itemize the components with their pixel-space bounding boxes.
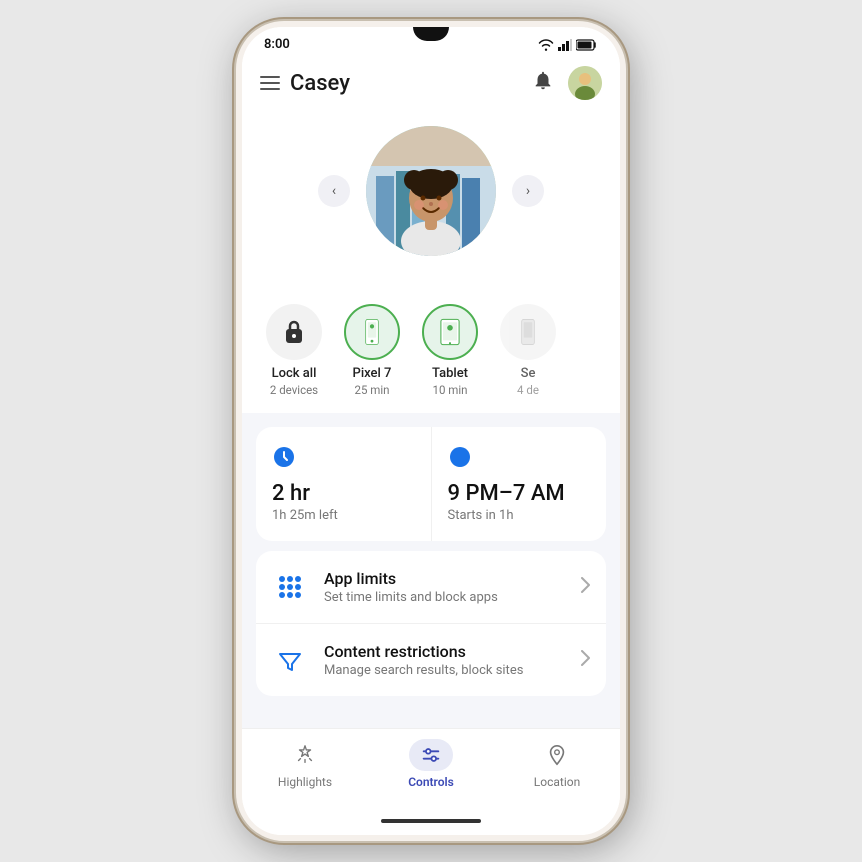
- controls-label: Controls: [408, 775, 454, 789]
- highlights-label: Highlights: [278, 775, 332, 789]
- status-time: 8:00: [264, 37, 290, 52]
- bottom-nav: Highlights Controls: [242, 728, 620, 807]
- app-limits-chevron: [581, 577, 590, 598]
- device-pixel7[interactable]: Pixel 7 25 min: [338, 304, 406, 397]
- phone-screen: 8:00: [242, 27, 620, 835]
- carousel-next[interactable]: ›: [512, 175, 544, 207]
- phone-shell: 8:00: [236, 21, 626, 841]
- screen-time-card[interactable]: 2 hr 1h 25m left: [256, 427, 432, 541]
- bedtime-card[interactable]: 9 PM–7 AM Starts in 1h: [432, 427, 607, 541]
- screen-time-sub: 1h 25m left: [272, 508, 415, 523]
- screen-time-value: 2 hr: [272, 481, 415, 506]
- device-name-tablet: Tablet: [432, 366, 468, 381]
- battery-icon: [576, 39, 598, 51]
- profile-section: ‹: [242, 106, 620, 280]
- bedtime-sub: Starts in 1h: [448, 508, 591, 523]
- child-photo: [366, 126, 496, 256]
- home-indicator: [242, 807, 620, 835]
- main-content: ‹: [242, 106, 620, 728]
- device-sub-lock-all: 2 devices: [270, 383, 318, 397]
- page-title: Casey: [290, 71, 350, 96]
- content-restrictions-subtitle: Manage search results, block sites: [324, 663, 565, 678]
- bedtime-icon: [448, 445, 591, 475]
- device-icon-pixel7: [344, 304, 400, 360]
- app-limits-subtitle: Set time limits and block apps: [324, 590, 565, 605]
- device-sub-tablet: 10 min: [432, 383, 467, 397]
- top-bar-right: [532, 66, 602, 100]
- carousel-prev[interactable]: ‹: [318, 175, 350, 207]
- content-restrictions-text: Content restrictions Manage search resul…: [324, 642, 565, 678]
- device-sub-se: 4 de: [517, 383, 539, 397]
- hamburger-menu[interactable]: [260, 76, 280, 90]
- content-restrictions-chevron: [581, 650, 590, 671]
- app-limits-title: App limits: [324, 569, 565, 588]
- home-indicator-bar: [381, 819, 481, 823]
- top-bar-left: Casey: [260, 71, 350, 96]
- menu-section: App limits Set time limits and block app…: [256, 551, 606, 696]
- device-lock-all[interactable]: Lock all 2 devices: [260, 304, 328, 397]
- bell-button[interactable]: [532, 69, 554, 97]
- nav-location[interactable]: Location: [494, 739, 620, 789]
- signal-icon: [558, 39, 572, 51]
- device-sub-pixel7: 25 min: [354, 383, 389, 397]
- device-name-se: Se: [521, 366, 536, 381]
- profile-carousel: ‹: [318, 126, 544, 256]
- devices-section: Lock all 2 devices: [242, 280, 620, 413]
- screen-time-icon: [272, 445, 415, 475]
- app-limits-icon: [272, 569, 308, 605]
- device-icon-se: [500, 304, 556, 360]
- nav-controls[interactable]: Controls: [368, 739, 494, 789]
- content-restrictions-item[interactable]: Content restrictions Manage search resul…: [256, 624, 606, 696]
- location-label: Location: [534, 775, 580, 789]
- device-name-pixel7: Pixel 7: [353, 366, 392, 381]
- app-limits-text: App limits Set time limits and block app…: [324, 569, 565, 605]
- nav-highlights[interactable]: Highlights: [242, 739, 368, 789]
- top-bar: Casey: [242, 56, 620, 106]
- content-restrictions-title: Content restrictions: [324, 642, 565, 661]
- app-limits-item[interactable]: App limits Set time limits and block app…: [256, 551, 606, 624]
- controls-icon: [409, 739, 453, 771]
- highlights-icon: [283, 739, 327, 771]
- wifi-icon: [538, 39, 554, 51]
- device-icon-tablet: [422, 304, 478, 360]
- content-restrictions-icon: [272, 642, 308, 678]
- status-icons: [538, 39, 598, 51]
- device-icon-lock-all: [266, 304, 322, 360]
- time-cards: 2 hr 1h 25m left 9 PM–7 AM Starts in 1h: [256, 427, 606, 541]
- parent-avatar[interactable]: [568, 66, 602, 100]
- device-name-lock-all: Lock all: [272, 366, 317, 381]
- location-icon: [535, 739, 579, 771]
- device-se[interactable]: Se 4 de: [494, 304, 562, 397]
- device-tablet[interactable]: Tablet 10 min: [416, 304, 484, 397]
- bedtime-value: 9 PM–7 AM: [448, 481, 591, 506]
- devices-scroll: Lock all 2 devices: [242, 296, 620, 405]
